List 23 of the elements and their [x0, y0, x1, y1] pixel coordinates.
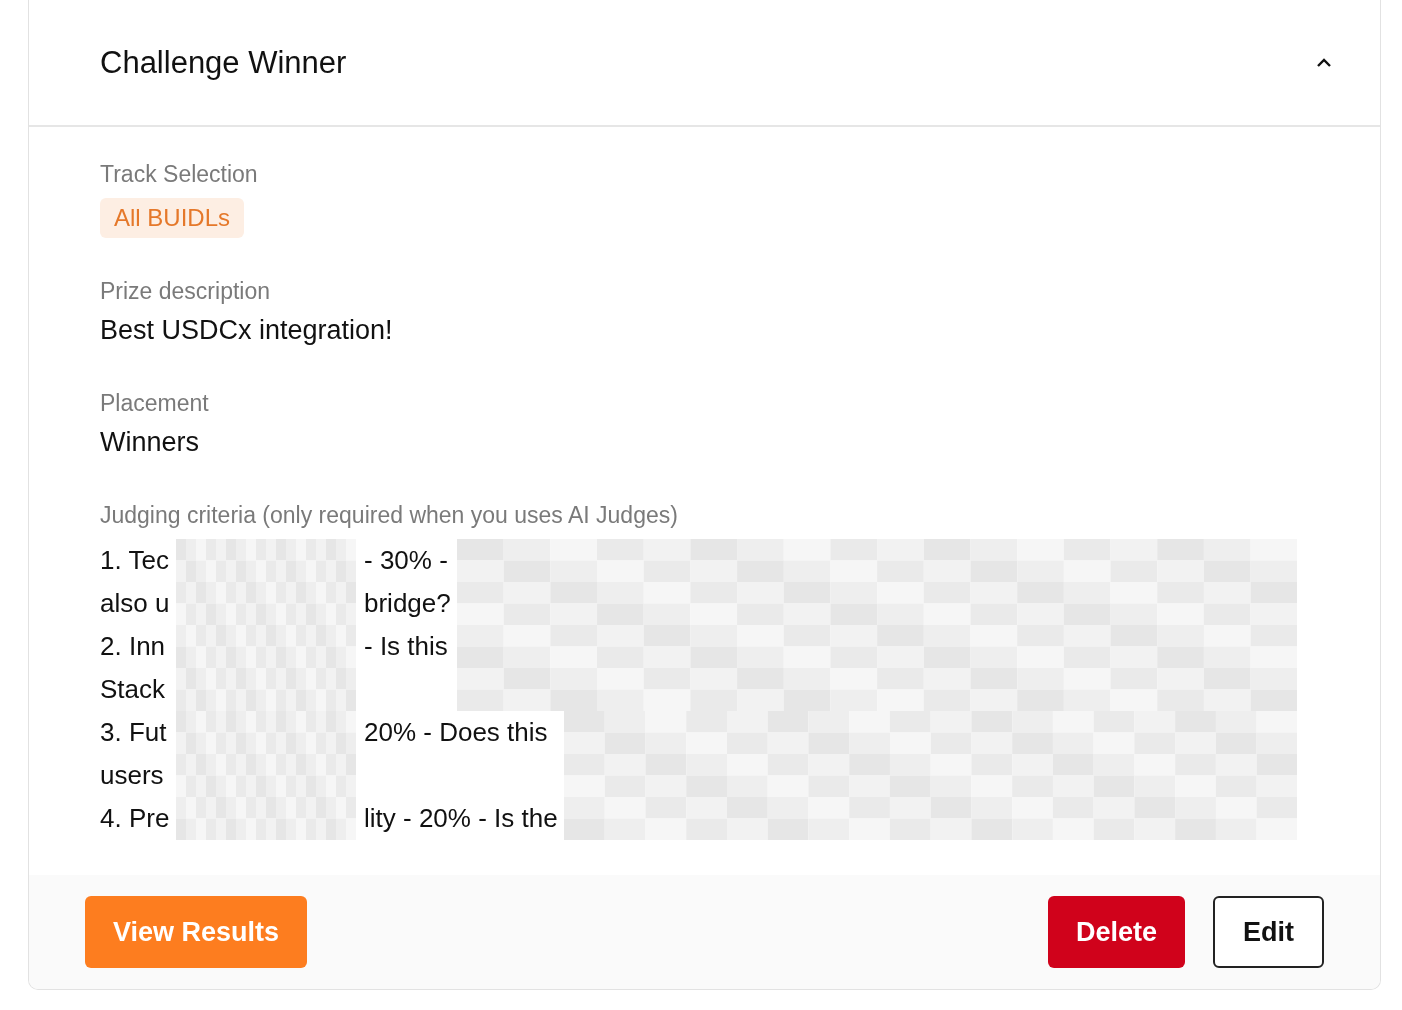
criteria-text: bridge?: [363, 587, 452, 620]
field-label: Judging criteria (only required when you uses AI Judges): [100, 502, 679, 529]
criteria-text: 1. Tec: [100, 544, 170, 577]
criteria-text: 4. Pre: [100, 802, 171, 835]
field-label: Placement: [100, 390, 210, 417]
criteria-text: users: [100, 759, 165, 792]
edit-button[interactable]: Edit: [1213, 896, 1324, 968]
criteria-text: - Is this: [363, 630, 449, 663]
delete-button[interactable]: Delete: [1047, 896, 1185, 968]
criteria-text: 2. Inn: [100, 630, 167, 663]
field-label: Track Selection: [100, 161, 259, 188]
criteria-text: lity - 20% - Is the: [363, 802, 559, 835]
criteria-text: also u: [100, 587, 171, 620]
criteria-text: 3. Fut: [100, 716, 168, 749]
chevron-icon[interactable]: [1316, 57, 1332, 68]
field-value: Best USDCx integration!: [100, 315, 394, 346]
track-tag: All BUIDLs: [100, 198, 245, 238]
card-title: Challenge Winner: [100, 44, 347, 81]
criteria-text: Stack: [100, 673, 167, 706]
criteria-text: - 30% -: [363, 544, 449, 577]
field-label: Prize description: [100, 278, 272, 305]
criteria-text: 20% - Does this: [363, 716, 549, 749]
field-value: Winners: [100, 427, 201, 458]
